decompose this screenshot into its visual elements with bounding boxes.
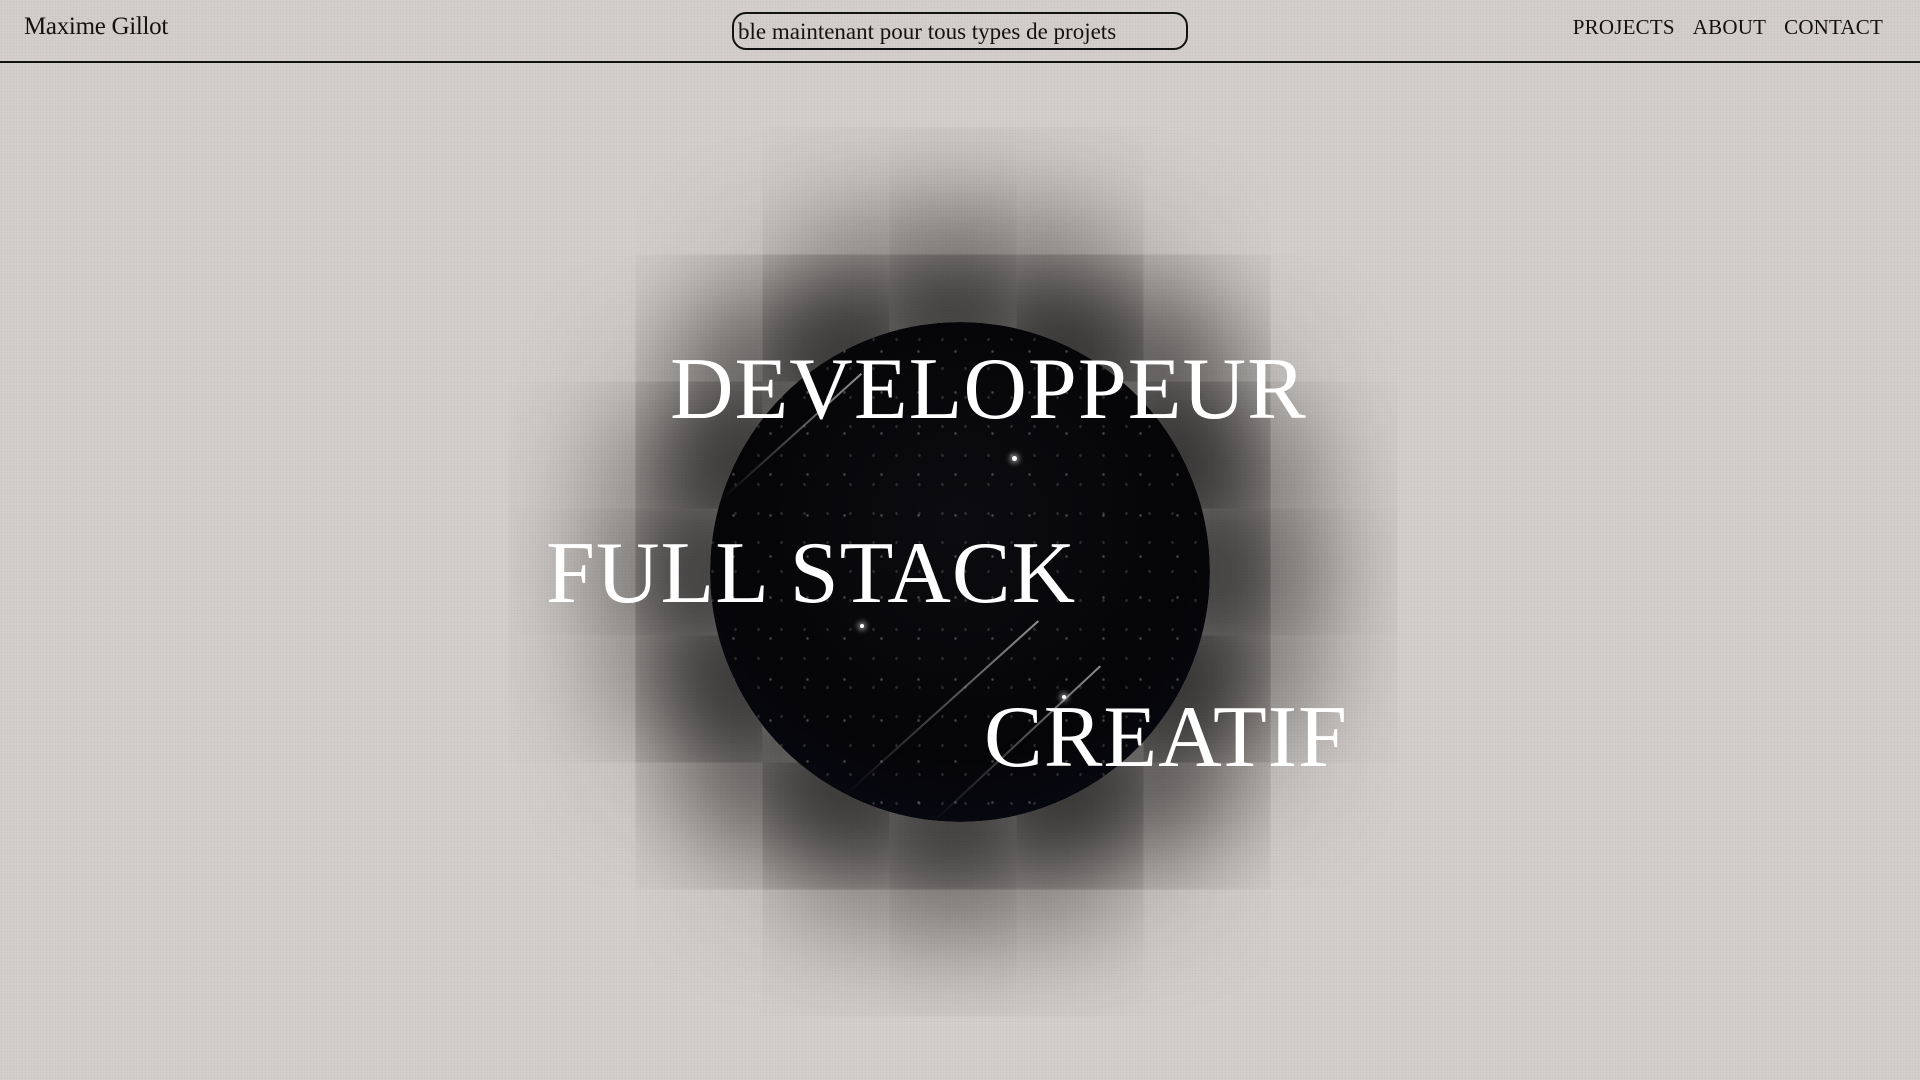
main-nav: PROJECTS ABOUT CONTACT [1573,15,1883,40]
availability-ticker: ble maintenant pour tous types de projet… [732,12,1188,50]
hero-line-full-stack: FULL STACK [546,525,1077,622]
hero-line-developpeur: DEVELOPPEUR [670,341,1307,438]
nav-projects[interactable]: PROJECTS [1573,15,1675,40]
nav-contact[interactable]: CONTACT [1784,15,1883,40]
ticker-text: ble maintenant pour tous types de projet… [738,19,1117,44]
bright-star [860,624,864,628]
hero-line-creatif: CREATIF [984,689,1348,786]
top-bar: Maxime Gillot ble maintenant pour tous t… [0,0,1920,63]
bright-star [1012,456,1017,461]
site-brand[interactable]: Maxime Gillot [24,13,168,41]
nav-about[interactable]: ABOUT [1693,15,1766,40]
